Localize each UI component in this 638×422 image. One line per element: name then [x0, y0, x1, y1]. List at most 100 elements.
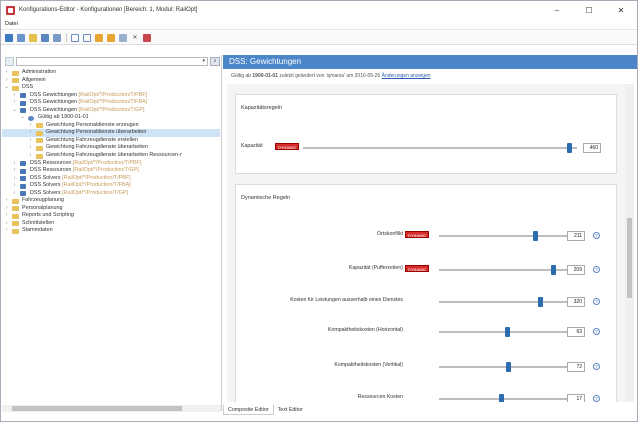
tree-node[interactable]: › Stammdaten	[2, 227, 220, 235]
help-icon[interactable]: ?	[593, 328, 600, 335]
expand-arrow-icon[interactable]: ›	[28, 152, 33, 160]
tree-node[interactable]: › Fahrzeugplanung	[2, 197, 220, 205]
expand-arrow-icon[interactable]: ›	[28, 137, 33, 145]
expand-arrow-icon[interactable]: ›	[4, 77, 9, 85]
delete-icon[interactable]: ✕	[131, 34, 139, 42]
tree-node[interactable]: › DSS Gewichtungen [RailOpt/*/Production/…	[2, 99, 220, 107]
scrollbar-thumb[interactable]	[627, 218, 632, 298]
expand-arrow-icon[interactable]: ›	[4, 197, 9, 205]
slider-value-input[interactable]: 211	[567, 231, 585, 241]
filter-icon[interactable]	[119, 33, 127, 42]
tree-node[interactable]: › DSS Gewichtungen [RailOpt/*/Production/…	[2, 92, 220, 100]
expand-arrow-icon[interactable]: ›	[12, 182, 17, 190]
menu-datei[interactable]: Datei	[5, 21, 18, 27]
slider-track[interactable]	[439, 366, 569, 368]
scrollbar-thumb[interactable]	[12, 406, 182, 411]
slider-value-input[interactable]: 72	[567, 362, 585, 372]
slider-value-input[interactable]: 17	[567, 394, 585, 402]
slider-thumb[interactable]	[538, 297, 544, 307]
tree-view-icon[interactable]	[5, 33, 13, 42]
help-icon[interactable]: ?	[593, 363, 600, 370]
expand-arrow-icon[interactable]: ›	[28, 144, 33, 152]
tree-node[interactable]: › Personalplanung	[2, 205, 220, 213]
slider-thumb[interactable]	[533, 231, 539, 241]
tree-node[interactable]: › Gewichtung Fahrzeugdienste überarbeiten…	[2, 152, 220, 160]
tree-node[interactable]: › Gewichtung Personaldienste überarbeiten	[2, 129, 220, 137]
new-folder-icon[interactable]	[29, 33, 37, 42]
collapse-all-icon[interactable]	[83, 33, 91, 42]
expand-arrow-icon[interactable]: ›	[12, 175, 17, 183]
move-up-icon[interactable]	[95, 33, 103, 42]
slider-thumb[interactable]	[505, 362, 511, 372]
slider-track[interactable]	[303, 147, 577, 149]
paste-icon[interactable]	[53, 33, 61, 42]
dropdown-arrow-icon[interactable]: ▾	[202, 58, 205, 64]
search-button[interactable]: ⌕	[210, 56, 220, 66]
slider-track[interactable]	[439, 301, 569, 303]
tree-search-input[interactable]: ▾	[16, 56, 208, 66]
close-button[interactable]: ✕	[605, 1, 637, 19]
tree-node[interactable]: › Gewichtung Fahrzeugdienste erstellen	[2, 137, 220, 145]
slider-track[interactable]	[439, 235, 569, 237]
maximize-button[interactable]: ☐	[573, 1, 605, 19]
config-document-icon	[20, 93, 26, 99]
expand-arrow-icon[interactable]: ›	[12, 99, 17, 107]
expand-arrow-icon[interactable]: ›	[4, 205, 9, 213]
slider-thumb[interactable]	[499, 394, 505, 402]
tree-node[interactable]: › Gewichtung Fahrzeugdienste überarbeiten	[2, 144, 220, 152]
expand-arrow-icon[interactable]: ›	[4, 220, 9, 228]
minimize-button[interactable]: –	[541, 1, 573, 19]
slider-value-input[interactable]: 209	[567, 265, 585, 275]
collapse-arrow-icon[interactable]: ⌄	[12, 107, 17, 115]
expand-arrow-icon[interactable]: ›	[12, 160, 17, 168]
tree-node[interactable]: › Administration	[2, 69, 220, 77]
tree-node[interactable]: › DSS Solvers [RailOpt/*/Production/T/PBF…	[2, 175, 220, 183]
tree-node-label: Gewichtung Fahrzeugdienste erstellen	[46, 137, 138, 145]
move-down-icon[interactable]	[107, 33, 115, 42]
folder-icon	[12, 70, 19, 76]
tree-node[interactable]: ⌄ DSS Gewichtungen [RailOpt/*/Production/…	[2, 107, 220, 115]
expand-arrow-icon[interactable]: ›	[28, 122, 33, 130]
config-document-icon	[20, 176, 26, 182]
tab-text-editor[interactable]: Text Editor	[274, 405, 307, 415]
expand-arrow-icon[interactable]: ›	[28, 129, 33, 137]
tree-node[interactable]: › DSS Solvers [RailOpt/*/Production/T/FBA…	[2, 182, 220, 190]
slider-thumb[interactable]	[566, 143, 572, 153]
tree-node[interactable]: ⌄ Gültig ab 1900-01-01	[2, 114, 220, 122]
table-view-icon[interactable]	[17, 33, 25, 42]
expand-arrow-icon[interactable]: ›	[12, 92, 17, 100]
expand-all-icon[interactable]	[71, 33, 79, 42]
tree-node[interactable]: ⌄ DSS	[2, 84, 220, 92]
expand-arrow-icon[interactable]: ›	[4, 69, 9, 77]
slider-thumb[interactable]	[504, 327, 510, 337]
show-changes-link[interactable]: Änderungen anzeigen	[382, 73, 431, 79]
slider-thumb[interactable]	[551, 265, 557, 275]
title-bar[interactable]: Konfigurations-Editor - Konfigurationen …	[1, 1, 637, 19]
help-icon[interactable]: ?	[593, 232, 600, 239]
help-icon[interactable]: ?	[593, 298, 600, 305]
help-icon[interactable]: ?	[593, 266, 600, 273]
refresh-icon[interactable]	[143, 33, 151, 42]
tree-node[interactable]: › Reports und Scripting	[2, 212, 220, 220]
slider-value-input[interactable]: 460	[583, 143, 601, 153]
expand-arrow-icon[interactable]: ›	[12, 167, 17, 175]
tree-node[interactable]: › DSS Ressourcen [RailOpt/*/Production/T/…	[2, 160, 220, 168]
help-icon[interactable]: ?	[593, 395, 600, 402]
collapse-arrow-icon[interactable]: ⌄	[20, 114, 25, 122]
editor-vertical-scrollbar[interactable]	[625, 84, 634, 402]
expand-arrow-icon[interactable]: ›	[4, 212, 9, 220]
tab-composite-editor[interactable]: Composite Editor	[223, 405, 274, 415]
expand-arrow-icon[interactable]: ›	[4, 227, 9, 235]
copy-icon[interactable]	[41, 33, 49, 42]
tree-node[interactable]: › DSS Ressourcen [RailOpt/*/Production/T/…	[2, 167, 220, 175]
slider-value-input[interactable]: 63	[567, 327, 585, 337]
slider-value-input[interactable]: 320	[567, 297, 585, 307]
tree-node[interactable]: › DSS Solvers [RailOpt/*/Production/T/GP]	[2, 190, 220, 198]
tree-horizontal-scrollbar[interactable]	[2, 405, 221, 412]
collapse-arrow-icon[interactable]: ⌄	[4, 84, 9, 92]
expand-arrow-icon[interactable]: ›	[12, 190, 17, 198]
slider-track[interactable]	[439, 269, 569, 271]
tree-node[interactable]: › Schnittstellen	[2, 220, 220, 228]
tree-node[interactable]: › Allgemein	[2, 77, 220, 85]
tree-node[interactable]: › Gewichtung Personaldienste erzeugen	[2, 122, 220, 130]
